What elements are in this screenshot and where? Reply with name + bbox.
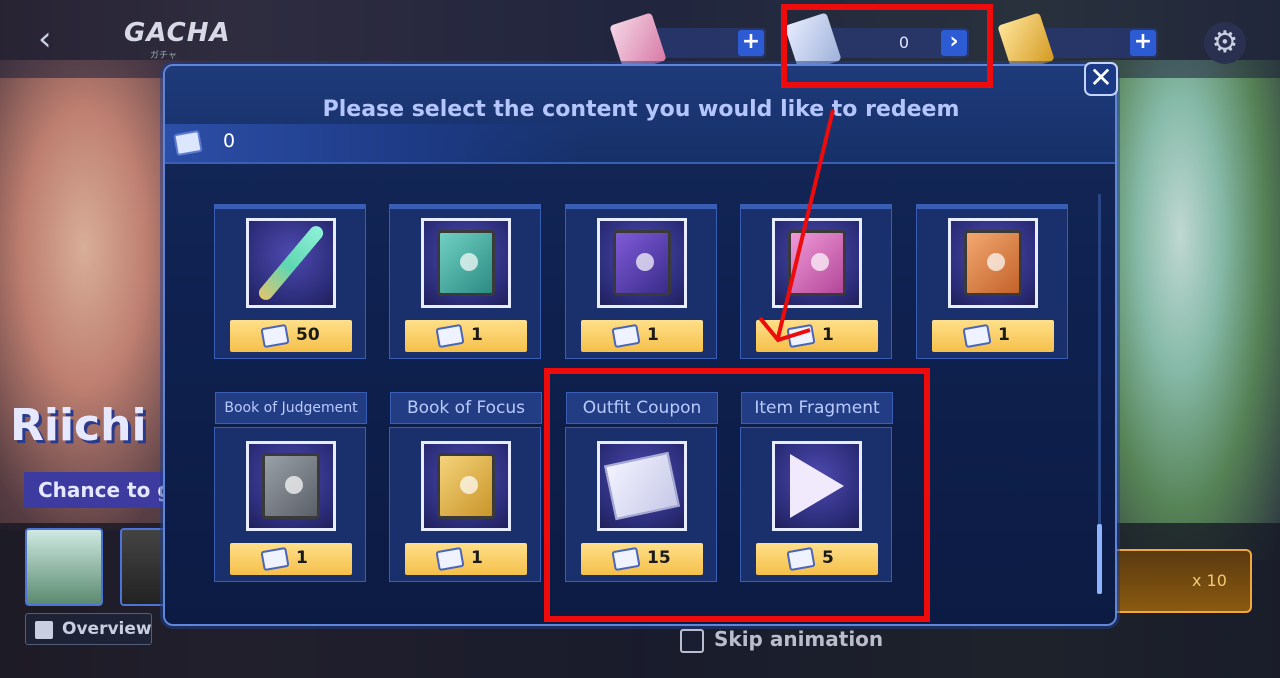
cost-amount: 1 bbox=[647, 325, 659, 345]
skip-animation-label: Skip animation bbox=[714, 627, 884, 651]
redeem-item-book-of-judgement[interactable]: Book of Judgement 1 bbox=[214, 392, 367, 582]
item-image bbox=[597, 218, 687, 308]
back-button[interactable]: ‹ bbox=[38, 20, 70, 58]
dialog-title: Please select the content you would like… bbox=[322, 97, 960, 122]
add-pink-ticket-button[interactable]: + bbox=[738, 30, 764, 56]
item-cost: 15 bbox=[581, 543, 703, 575]
open-redeem-button[interactable]: › bbox=[941, 30, 967, 56]
book-icon bbox=[437, 230, 495, 296]
redeem-item-card[interactable]: 1 bbox=[916, 204, 1068, 359]
item-image bbox=[246, 441, 336, 531]
item-image bbox=[421, 441, 511, 531]
book-icon bbox=[964, 230, 1022, 296]
item-name: Book of Judgement bbox=[215, 392, 367, 424]
item-cost: 1 bbox=[405, 320, 527, 352]
ticket-icon bbox=[786, 323, 816, 349]
item-name: Outfit Coupon bbox=[566, 392, 718, 424]
item-image bbox=[246, 218, 336, 308]
divider bbox=[165, 162, 1115, 164]
skip-animation-checkbox[interactable] bbox=[680, 629, 704, 653]
ticket-icon bbox=[611, 323, 641, 349]
item-cost: 1 bbox=[756, 320, 878, 352]
item-image bbox=[772, 218, 862, 308]
character-thumbnail[interactable] bbox=[25, 528, 103, 606]
scrollbar-thumb[interactable] bbox=[1097, 524, 1102, 594]
redeem-item-outfit-coupon[interactable]: Outfit Coupon 15 bbox=[565, 392, 718, 582]
currency-redeem-ticket: 0 › bbox=[784, 12, 969, 74]
redeem-ticket-icon bbox=[173, 129, 203, 157]
close-dialog-button[interactable]: ✕ bbox=[1084, 62, 1118, 96]
ticket-icon bbox=[260, 546, 290, 572]
cost-amount: 5 bbox=[822, 548, 834, 568]
page-title: GACHA bbox=[124, 18, 231, 48]
document-icon bbox=[35, 621, 53, 639]
page-subtitle: ガチャ bbox=[150, 51, 177, 61]
ticket-icon bbox=[435, 546, 465, 572]
redeem-item-card[interactable]: 1 bbox=[565, 204, 717, 359]
overview-button[interactable]: Overview bbox=[25, 613, 152, 645]
book-icon bbox=[437, 453, 495, 519]
ticket-icon bbox=[786, 546, 816, 572]
book-icon bbox=[788, 230, 846, 296]
redeem-item-item-fragment[interactable]: Item Fragment 5 bbox=[740, 392, 893, 582]
cost-amount: 1 bbox=[822, 325, 834, 345]
item-image bbox=[597, 441, 687, 531]
ticket-icon bbox=[962, 323, 992, 349]
settings-button[interactable]: ⚙ bbox=[1204, 22, 1246, 64]
currency-pink-ticket: + bbox=[609, 12, 766, 74]
gear-icon: ⚙ bbox=[1211, 25, 1239, 60]
dialog-header: Please select the content you would like… bbox=[165, 66, 1115, 162]
chevron-left-icon: ‹ bbox=[38, 19, 52, 59]
cost-amount: 1 bbox=[296, 548, 308, 568]
cost-amount: 50 bbox=[296, 325, 320, 345]
redeem-item-card[interactable]: 1 bbox=[740, 204, 892, 359]
ticket-icon bbox=[611, 546, 641, 572]
ticket-balance: 0 bbox=[223, 130, 236, 152]
currency-gold-ticket: + bbox=[997, 12, 1158, 74]
banner-title: Riichi bbox=[10, 400, 147, 451]
item-cost: 1 bbox=[932, 320, 1054, 352]
item-cost: 1 bbox=[405, 543, 527, 575]
add-gold-ticket-button[interactable]: + bbox=[1130, 30, 1156, 56]
overview-label: Overview bbox=[62, 619, 152, 639]
book-icon bbox=[262, 453, 320, 519]
item-cost: 5 bbox=[756, 543, 878, 575]
item-name: Item Fragment bbox=[741, 392, 893, 424]
cost-amount: 1 bbox=[471, 325, 483, 345]
item-image bbox=[772, 441, 862, 531]
ticket-balance-bar: 0 bbox=[165, 124, 585, 162]
redeem-item-book-of-focus[interactable]: Book of Focus 1 bbox=[389, 392, 542, 582]
cost-amount: 1 bbox=[471, 548, 483, 568]
redeem-ticket-count: 0 bbox=[898, 33, 909, 52]
redeem-dialog: Please select the content you would like… bbox=[163, 64, 1117, 626]
coupon-icon bbox=[603, 451, 681, 521]
item-cost: 1 bbox=[581, 320, 703, 352]
item-image bbox=[948, 218, 1038, 308]
ticket-icon bbox=[435, 323, 465, 349]
pull-x10-label: x 10 bbox=[1192, 571, 1227, 590]
item-cost: 1 bbox=[230, 543, 352, 575]
cost-amount: 1 bbox=[998, 325, 1010, 345]
redeem-item-card[interactable]: 50 bbox=[214, 204, 366, 359]
item-image bbox=[421, 218, 511, 308]
redeem-item-card[interactable]: 1 bbox=[389, 204, 541, 359]
banner-subtitle: Chance to g bbox=[24, 472, 174, 508]
book-icon bbox=[613, 230, 671, 296]
item-name: Book of Focus bbox=[390, 392, 542, 424]
fragment-icon bbox=[790, 454, 844, 518]
item-cost: 50 bbox=[230, 320, 352, 352]
cost-amount: 15 bbox=[647, 548, 671, 568]
ticket-icon bbox=[260, 323, 290, 349]
bat-icon bbox=[256, 223, 326, 303]
